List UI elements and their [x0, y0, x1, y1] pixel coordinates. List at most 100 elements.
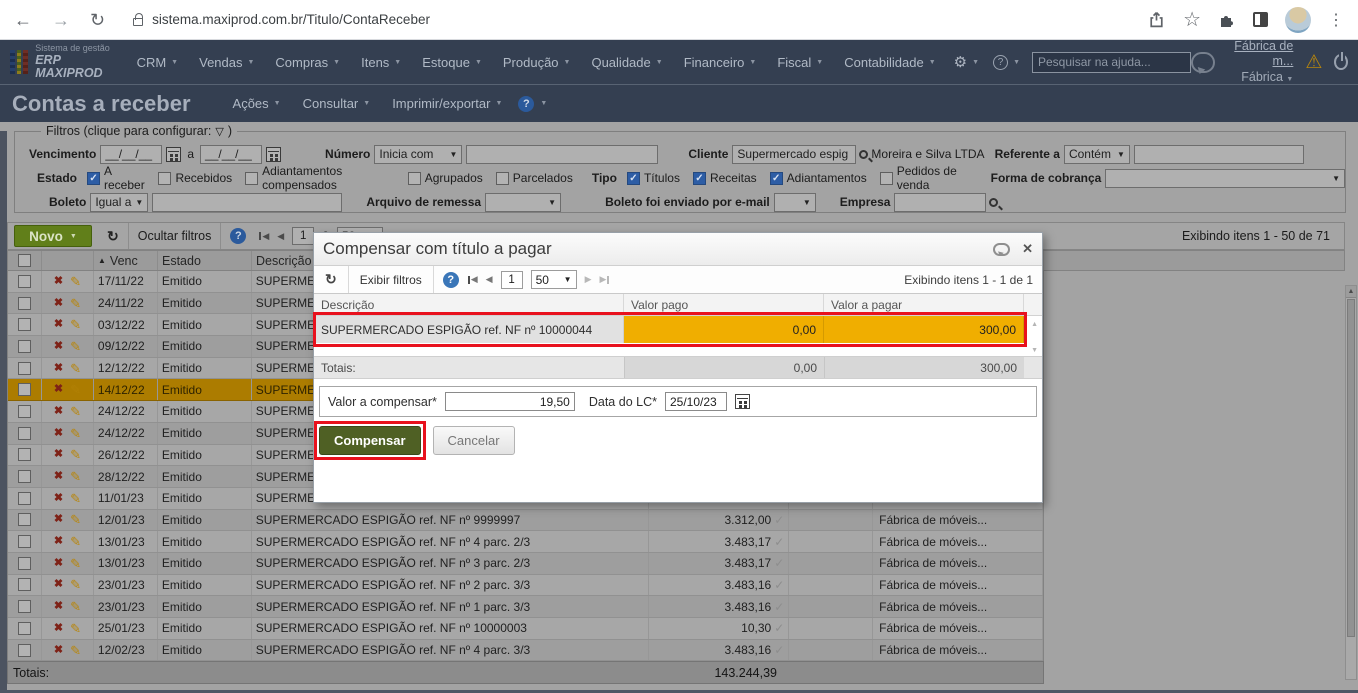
delete-icon[interactable]: ✖	[54, 557, 63, 569]
delete-icon[interactable]: ✖	[54, 579, 63, 590]
prev-page-icon[interactable]: ◀	[486, 274, 493, 285]
row-checkbox[interactable]	[17, 470, 31, 484]
vencimento-to-input[interactable]: __/__/__	[200, 144, 263, 164]
row-checkbox[interactable]	[17, 491, 31, 505]
page-size-select[interactable]: 50▼	[530, 270, 577, 289]
url-text[interactable]: sistema.maxiprod.com.br/Titulo/ContaRece…	[152, 12, 430, 27]
account-unit-select[interactable]: Fábrica ▼	[1227, 70, 1293, 86]
data-lc-input[interactable]: 25/10/23	[664, 392, 727, 411]
table-row[interactable]: ✖ ✎ 13/01/23 Emitido SUPERMERCADO ESPIGÃO re…	[8, 531, 1044, 553]
side-panel-icon[interactable]	[1253, 12, 1268, 27]
select-all-checkbox[interactable]	[18, 254, 31, 267]
venc-header[interactable]: ▲ Venc	[94, 251, 158, 270]
edit-icon[interactable]: ✎	[70, 535, 81, 548]
tipo-option[interactable]: Títulos	[626, 171, 680, 185]
tipo-option[interactable]: Adiantamentos	[769, 171, 867, 185]
delete-icon[interactable]: ✖	[54, 644, 63, 656]
delete-icon[interactable]: ✖	[54, 384, 63, 395]
nav-menu-financeiro[interactable]: Financeiro ▼	[684, 55, 757, 70]
nav-menu-estoque[interactable]: Estoque ▼	[422, 55, 482, 70]
row-checkbox[interactable]	[17, 426, 31, 440]
calendar-icon[interactable]	[166, 146, 182, 162]
current-page-box[interactable]: 1	[292, 227, 315, 245]
edit-icon[interactable]: ✎	[70, 470, 81, 483]
page-help-menu[interactable]: ? ▼	[518, 95, 547, 112]
edit-icon[interactable]: ✎	[70, 600, 81, 613]
chat-bubble-icon[interactable]	[993, 242, 1011, 256]
tipo-checkbox[interactable]	[626, 171, 640, 185]
scrollbar-thumb[interactable]	[1347, 299, 1355, 637]
extensions-puzzle-icon[interactable]	[1218, 11, 1236, 29]
delete-icon[interactable]: ✖	[54, 536, 63, 547]
estado-checkbox[interactable]	[245, 171, 259, 185]
edit-icon[interactable]: ✎	[70, 427, 81, 440]
nav-menu-qualidade[interactable]: Qualidade ▼	[591, 55, 662, 70]
numero-input[interactable]	[466, 144, 659, 164]
edit-icon[interactable]: ✎	[70, 383, 81, 396]
novo-button[interactable]: Novo ▼	[14, 225, 92, 247]
edit-icon[interactable]: ✎	[70, 557, 81, 570]
edit-icon[interactable]: ✎	[70, 362, 81, 375]
boleto-email-select[interactable]: ▼	[773, 192, 816, 212]
nav-menu-vendas[interactable]: Vendas ▼	[199, 55, 254, 70]
tipo-option[interactable]: Receitas	[692, 171, 757, 185]
row-checkbox[interactable]	[17, 339, 31, 353]
row-checkbox[interactable]	[17, 318, 31, 332]
estado-checkbox[interactable]	[495, 171, 509, 185]
refresh-icon[interactable]: ↻	[325, 271, 337, 288]
next-page-icon[interactable]: ▶	[585, 274, 592, 285]
exibir-filtros-button[interactable]: Exibir filtros	[360, 273, 422, 287]
warning-icon[interactable]: ⚠	[1305, 53, 1322, 72]
funnel-icon[interactable]: ▽	[215, 125, 223, 138]
edit-icon[interactable]: ✎	[70, 297, 81, 310]
row-checkbox[interactable]	[17, 513, 31, 527]
empresa-input[interactable]	[894, 192, 987, 212]
edit-icon[interactable]: ✎	[70, 275, 81, 288]
delete-icon[interactable]: ✖	[54, 427, 63, 439]
prev-page-icon[interactable]: ◀	[277, 231, 284, 242]
estado-option[interactable]: Agrupados	[407, 171, 483, 185]
edit-icon[interactable]: ✎	[70, 644, 81, 657]
browser-menu-icon[interactable]: ⋮	[1328, 10, 1344, 30]
current-page-box[interactable]: 1	[500, 270, 523, 289]
help-icon[interactable]: ?	[230, 228, 247, 244]
nav-menu-fiscal[interactable]: Fiscal ▼	[777, 55, 823, 70]
delete-icon[interactable]: ✖	[54, 492, 63, 504]
delete-icon[interactable]: ✖	[54, 514, 63, 525]
filters-legend[interactable]: Filtros (clique para configurar: ▽ )	[41, 124, 237, 138]
row-checkbox[interactable]	[17, 296, 31, 310]
table-row[interactable]: ✖ ✎ 23/01/23 Emitido SUPERMERCADO ESPIGÃO re…	[8, 596, 1044, 618]
delete-icon[interactable]: ✖	[54, 622, 63, 634]
nav-menu-compras[interactable]: Compras ▼	[275, 55, 340, 70]
calendar-icon[interactable]	[734, 394, 750, 409]
delete-icon[interactable]: ✖	[54, 319, 63, 330]
profile-avatar[interactable]	[1285, 6, 1311, 33]
ocultar-filtros-button[interactable]: Ocultar filtros	[138, 229, 212, 243]
back-icon[interactable]: ←	[14, 11, 32, 29]
search-icon[interactable]	[859, 149, 869, 159]
delete-icon[interactable]: ✖	[54, 405, 63, 417]
help-search-input[interactable]: Pesquisar na ajuda...	[1032, 51, 1192, 73]
row-checkbox[interactable]	[17, 535, 31, 549]
estado-checkbox[interactable]	[407, 171, 421, 185]
page-menu-imprimir-exportar[interactable]: Imprimir/exportar ▼	[392, 96, 502, 111]
scroll-up-icon[interactable]: ▲	[1031, 321, 1038, 328]
estado-option[interactable]: Adiantamentos compensados	[245, 164, 395, 192]
forward-icon[interactable]: →	[52, 11, 70, 29]
edit-icon[interactable]: ✎	[70, 340, 81, 353]
scroll-up-icon[interactable]: ▲	[1346, 286, 1356, 298]
descricao-header[interactable]: Descrição	[314, 294, 624, 315]
forma-cobranca-select[interactable]: ▼	[1105, 168, 1345, 188]
tipo-option[interactable]: Pedidos de venda	[879, 164, 968, 192]
page-menu-a-es[interactable]: Ações ▼	[233, 96, 281, 111]
edit-icon[interactable]: ✎	[70, 622, 81, 635]
table-row[interactable]: ✖ ✎ 23/01/23 Emitido SUPERMERCADO ESPIGÃO re…	[8, 574, 1044, 597]
close-icon[interactable]: ✕	[1022, 241, 1033, 257]
payable-row[interactable]: SUPERMERCADO ESPIGÃO ref. NF nº 10000044…	[314, 316, 1042, 343]
delete-icon[interactable]: ✖	[54, 471, 63, 482]
numero-operator-select[interactable]: Inicia com ▼	[374, 144, 463, 164]
reload-icon[interactable]: ↻	[90, 11, 105, 29]
row-checkbox[interactable]	[17, 361, 31, 375]
delete-icon[interactable]: ✖	[54, 449, 63, 460]
estado-option[interactable]: A receber	[87, 164, 145, 192]
